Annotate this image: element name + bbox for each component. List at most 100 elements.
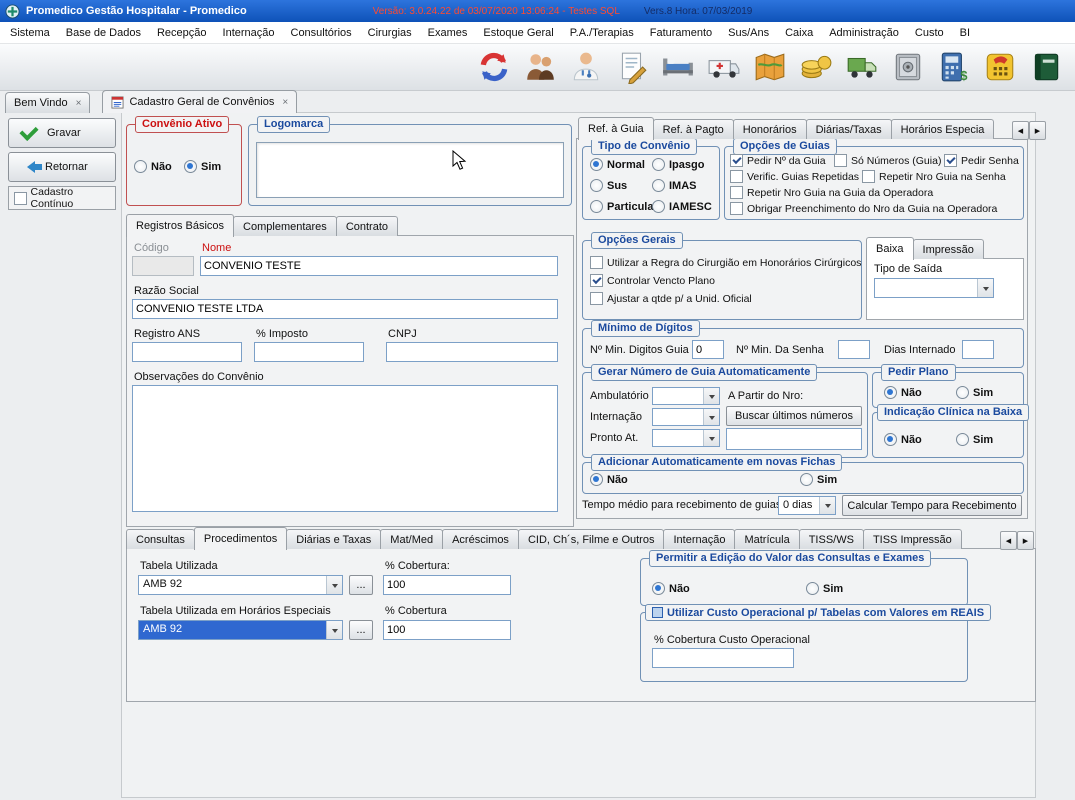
bed-icon[interactable] bbox=[659, 47, 697, 87]
cobertura-custo-input[interactable] bbox=[652, 648, 794, 668]
tab-procedimentos[interactable]: Procedimentos bbox=[194, 527, 287, 550]
coins-icon[interactable] bbox=[797, 47, 835, 87]
tab-diarias-e-taxas[interactable]: Diárias e Taxas bbox=[286, 529, 381, 549]
tipo-normal-radio[interactable]: Normal bbox=[590, 158, 645, 171]
min-digitos-guia-input[interactable] bbox=[692, 340, 724, 359]
cobertura-he-input[interactable] bbox=[383, 620, 511, 640]
tab-tiss-impressao[interactable]: TISS Impressão bbox=[863, 529, 962, 549]
pedir-plano-sim-radio[interactable]: Sim bbox=[956, 386, 993, 399]
registro-ans-input[interactable] bbox=[132, 342, 242, 362]
tab-mat-med[interactable]: Mat/Med bbox=[380, 529, 443, 549]
permitir-sim-radio[interactable]: Sim bbox=[806, 582, 843, 595]
custo-operacional-checkbox[interactable] bbox=[652, 607, 663, 618]
menu-faturamento[interactable]: Faturamento bbox=[642, 24, 720, 42]
pedir-numero-guia-checkbox[interactable]: Pedir Nº da Guia bbox=[730, 154, 826, 167]
tab-cadastro-convenios[interactable]: Cadastro Geral de Convênios × bbox=[102, 90, 297, 113]
tabela-he-browse-button[interactable]: ... bbox=[349, 620, 373, 640]
repetir-nro-guia-senha-checkbox[interactable]: Repetir Nro Guia na Senha bbox=[862, 170, 1006, 183]
cadastro-continuo-checkbox[interactable]: Cadastro Contínuo bbox=[8, 186, 116, 210]
internacao-combo[interactable] bbox=[652, 408, 720, 426]
tab-complementares[interactable]: Complementares bbox=[233, 216, 337, 236]
codigo-input[interactable] bbox=[132, 256, 194, 276]
patients-icon[interactable] bbox=[521, 47, 559, 87]
permitir-nao-radio[interactable]: Não bbox=[652, 582, 690, 595]
chevron-down-icon[interactable] bbox=[977, 279, 993, 297]
chevron-down-icon[interactable] bbox=[703, 388, 719, 404]
truck-icon[interactable] bbox=[843, 47, 881, 87]
menu-bi[interactable]: BI bbox=[952, 24, 978, 42]
menu-administracao[interactable]: Administração bbox=[821, 24, 907, 42]
chevron-down-icon[interactable] bbox=[703, 430, 719, 446]
tab-internacao[interactable]: Internação bbox=[663, 529, 735, 549]
book-icon[interactable] bbox=[1027, 47, 1065, 87]
dias-internado-input[interactable] bbox=[962, 340, 994, 359]
phone-icon[interactable] bbox=[981, 47, 1019, 87]
tempo-medio-combo[interactable]: 0 dias bbox=[778, 496, 836, 515]
chevron-down-icon[interactable] bbox=[326, 621, 342, 639]
menu-pa-terapias[interactable]: P.A./Terapias bbox=[562, 24, 642, 42]
sync-icon[interactable] bbox=[475, 47, 513, 87]
buscar-ultimos-numeros-button[interactable]: Buscar últimos números bbox=[726, 406, 862, 426]
menu-internacao[interactable]: Internação bbox=[215, 24, 283, 42]
cobertura-input[interactable] bbox=[383, 575, 511, 595]
tab-ref-guia[interactable]: Ref. à Guia bbox=[578, 117, 654, 140]
menu-estoque-geral[interactable]: Estoque Geral bbox=[475, 24, 561, 42]
chevron-down-icon[interactable] bbox=[326, 576, 342, 594]
nome-input[interactable] bbox=[200, 256, 558, 276]
close-icon[interactable]: × bbox=[282, 97, 288, 108]
tipo-ipasgo-radio[interactable]: Ipasgo bbox=[652, 158, 704, 171]
menu-sistema[interactable]: Sistema bbox=[2, 24, 58, 42]
tab-matricula[interactable]: Matrícula bbox=[734, 529, 799, 549]
min-senha-input[interactable] bbox=[838, 340, 870, 359]
indicacao-sim-radio[interactable]: Sim bbox=[956, 433, 993, 446]
calculator-icon[interactable]: $ bbox=[935, 47, 973, 87]
ref-tabs-scroll-left-button[interactable]: ◀ bbox=[1012, 121, 1029, 140]
adicionar-nao-radio[interactable]: Não bbox=[590, 473, 628, 486]
regra-cirurgiao-checkbox[interactable]: Utilizar a Regra do Cirurgião em Honorár… bbox=[590, 256, 861, 269]
menu-caixa[interactable]: Caixa bbox=[777, 24, 821, 42]
tab-bem-vindo[interactable]: Bem Vindo × bbox=[5, 92, 90, 113]
tab-diarias-taxas[interactable]: Diárias/Taxas bbox=[806, 119, 892, 139]
menu-sus-ans[interactable]: Sus/Ans bbox=[720, 24, 777, 42]
tabela-browse-button[interactable]: ... bbox=[349, 575, 373, 595]
chevron-down-icon[interactable] bbox=[819, 497, 835, 514]
ambulatorio-combo[interactable] bbox=[652, 387, 720, 405]
convenio-ativo-nao-radio[interactable]: Não bbox=[134, 160, 172, 173]
chevron-down-icon[interactable] bbox=[703, 409, 719, 425]
tipo-imas-radio[interactable]: IMAS bbox=[652, 179, 697, 192]
menu-base-de-dados[interactable]: Base de Dados bbox=[58, 24, 149, 42]
menu-custo[interactable]: Custo bbox=[907, 24, 952, 42]
ambulance-icon[interactable] bbox=[705, 47, 743, 87]
tab-impressao[interactable]: Impressão bbox=[913, 239, 984, 259]
tipo-saida-combo[interactable] bbox=[874, 278, 994, 298]
tab-acrescimos[interactable]: Acréscimos bbox=[442, 529, 519, 549]
logomarca-image-area[interactable] bbox=[256, 142, 564, 198]
repetir-nro-guia-operadora-checkbox[interactable]: Repetir Nro Guia na Guia da Operadora bbox=[730, 186, 933, 199]
pedir-plano-nao-radio[interactable]: Não bbox=[884, 386, 922, 399]
convenio-ativo-sim-radio[interactable]: Sim bbox=[184, 160, 221, 173]
tipo-sus-radio[interactable]: Sus bbox=[590, 179, 627, 192]
menu-cirurgias[interactable]: Cirurgias bbox=[360, 24, 420, 42]
verific-guias-repetidas-checkbox[interactable]: Verific. Guias Repetidas bbox=[730, 170, 859, 183]
tab-ref-pagto[interactable]: Ref. à Pagto bbox=[653, 119, 734, 139]
a-partir-nro-input[interactable] bbox=[726, 428, 862, 450]
tipo-iamesc-radio[interactable]: IAMESC bbox=[652, 200, 712, 213]
calcular-tempo-button[interactable]: Calcular Tempo para Recebimento bbox=[842, 495, 1022, 516]
adicionar-sim-radio[interactable]: Sim bbox=[800, 473, 837, 486]
tab-contrato[interactable]: Contrato bbox=[336, 216, 398, 236]
tabela-utilizada-combo[interactable]: AMB 92 bbox=[138, 575, 343, 595]
tab-horarios-especiais[interactable]: Horários Especia bbox=[891, 119, 995, 139]
tipo-particular-radio[interactable]: Particular bbox=[590, 200, 658, 213]
menu-exames[interactable]: Exames bbox=[420, 24, 476, 42]
tab-registros-basicos[interactable]: Registros Básicos bbox=[126, 214, 234, 237]
so-numeros-guia-checkbox[interactable]: Só Números (Guia) bbox=[834, 154, 941, 167]
pronto-at-combo[interactable] bbox=[652, 429, 720, 447]
tab-cid-chs-filme-outros[interactable]: CID, Ch´s, Filme e Outros bbox=[518, 529, 665, 549]
close-icon[interactable]: × bbox=[76, 98, 82, 109]
observacoes-textarea[interactable] bbox=[132, 385, 558, 512]
safe-icon[interactable] bbox=[889, 47, 927, 87]
tab-baixa[interactable]: Baixa bbox=[866, 237, 914, 260]
gravar-button[interactable]: Gravar bbox=[8, 118, 116, 148]
retornar-button[interactable]: Retornar bbox=[8, 152, 116, 182]
tabela-horarios-especiais-combo[interactable]: AMB 92 bbox=[138, 620, 343, 640]
